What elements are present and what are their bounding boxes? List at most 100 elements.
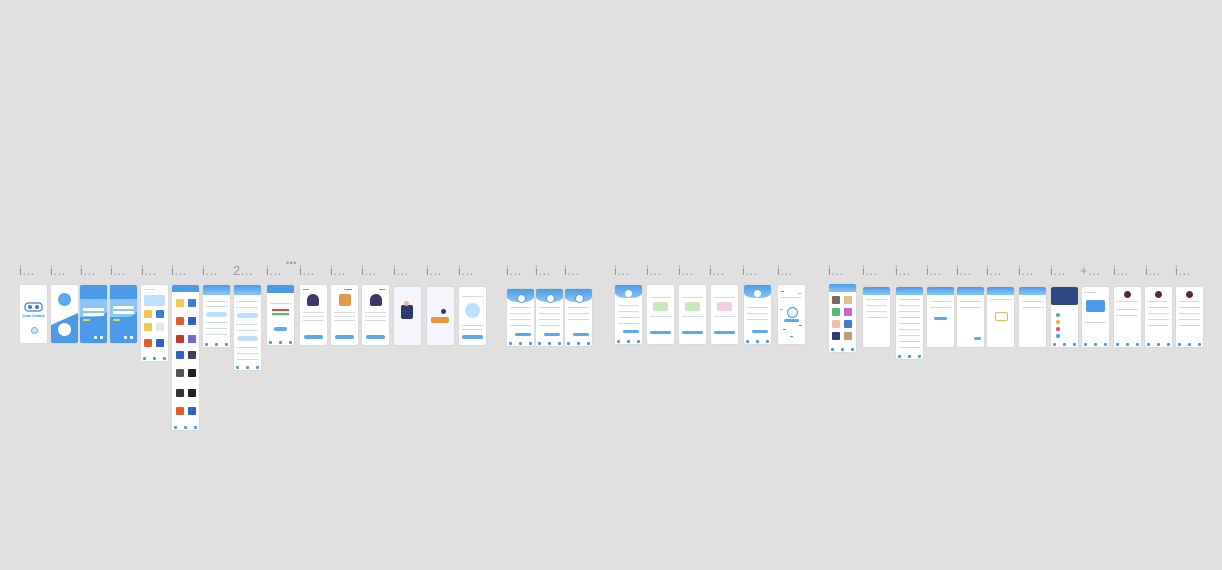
frame-label[interactable]: i... — [171, 263, 187, 278]
frame-lessons-expanded[interactable] — [234, 285, 261, 370]
frame-profile-edit-3[interactable] — [565, 289, 592, 346]
course-icon[interactable] — [176, 299, 184, 307]
frame-label[interactable]: i... — [330, 263, 346, 278]
frame-label[interactable]: i... — [742, 263, 758, 278]
frame-tutorial-1[interactable] — [300, 285, 327, 345]
frame-label[interactable]: i... — [80, 263, 96, 278]
course-icon[interactable] — [188, 389, 196, 397]
select-plan-button[interactable] — [682, 331, 703, 334]
frame-label[interactable]: i... — [678, 263, 694, 278]
frame-congrats[interactable] — [778, 285, 805, 344]
video-player[interactable] — [1086, 300, 1105, 312]
course-icon[interactable] — [188, 317, 196, 325]
frame-settings[interactable] — [863, 287, 890, 347]
select-plan-button[interactable] — [714, 331, 735, 334]
frame-settings-list[interactable] — [896, 287, 923, 359]
upload-box[interactable] — [995, 312, 1008, 321]
avatar-option[interactable] — [844, 332, 852, 340]
avatar[interactable] — [1155, 291, 1162, 298]
frame-label[interactable]: i... — [926, 263, 942, 278]
frame-profile-edit-1[interactable] — [507, 289, 534, 346]
avatar[interactable] — [546, 294, 555, 303]
frame-label[interactable]: i... — [862, 263, 878, 278]
design-canvas[interactable]: i... i... i... i... i... i... i... 2... … — [0, 0, 1222, 570]
frame-profile-2[interactable] — [1145, 287, 1172, 347]
signup-button[interactable] — [113, 319, 120, 321]
email-field[interactable] — [83, 308, 104, 311]
frame-label[interactable]: i... — [646, 263, 662, 278]
frame-label[interactable]: i... — [506, 263, 522, 278]
frame-home[interactable] — [141, 285, 168, 361]
frame-payment-form[interactable] — [615, 285, 642, 344]
name-field[interactable] — [113, 306, 134, 309]
frame-label[interactable]: i... — [19, 263, 35, 278]
social-icon[interactable] — [100, 336, 103, 339]
frame-course-list[interactable] — [172, 285, 199, 430]
plan-card[interactable] — [653, 302, 668, 311]
course-icon[interactable] — [188, 369, 196, 377]
social-icon[interactable] — [94, 336, 97, 339]
save-button[interactable] — [573, 333, 589, 336]
frame-working[interactable] — [427, 287, 454, 345]
frame-label[interactable]: i... — [956, 263, 972, 278]
social-icon[interactable] — [130, 336, 133, 339]
frame-form[interactable] — [927, 287, 954, 347]
frame-label[interactable]: +... — [1080, 263, 1100, 278]
login-button[interactable] — [83, 319, 90, 321]
frame-label[interactable]: i... — [709, 263, 725, 278]
course-icon[interactable] — [156, 310, 164, 318]
avatar-option[interactable] — [844, 320, 852, 328]
next-button[interactable] — [335, 335, 354, 339]
avatar-option[interactable] — [844, 296, 852, 304]
course-icon[interactable] — [188, 335, 196, 343]
social-icon[interactable] — [124, 336, 127, 339]
frame-video[interactable] — [1082, 287, 1109, 347]
frame-profile-3[interactable] — [1176, 287, 1203, 347]
frame-avatar-picker[interactable] — [829, 284, 856, 352]
frame-label[interactable]: i... — [1113, 263, 1129, 278]
avatar-option[interactable] — [832, 296, 840, 304]
course-icon[interactable] — [144, 310, 152, 318]
frame-label[interactable]: i... — [564, 263, 580, 278]
course-icon[interactable] — [156, 339, 164, 347]
continue-button[interactable] — [784, 319, 799, 322]
frame-plan-1[interactable] — [647, 285, 674, 344]
frame-tutorial-2[interactable] — [331, 285, 358, 345]
frame-label[interactable]: i... — [50, 263, 66, 278]
frame-label[interactable]: i... — [458, 263, 474, 278]
frame-label[interactable]: i... — [1145, 263, 1161, 278]
frame-label[interactable]: i... — [614, 263, 630, 278]
course-icon[interactable] — [176, 369, 184, 377]
email-field[interactable] — [113, 311, 134, 314]
save-button[interactable] — [515, 333, 531, 336]
course-icon[interactable] — [176, 389, 184, 397]
save-button[interactable] — [544, 333, 560, 336]
course-icon[interactable] — [188, 299, 196, 307]
frame-plan-2[interactable] — [679, 285, 706, 344]
frame-splash[interactable]: Code Control — [20, 285, 47, 343]
course-icon[interactable] — [144, 339, 152, 347]
frame-label[interactable]: i... — [1050, 263, 1066, 278]
course-icon[interactable] — [156, 323, 164, 331]
frame-leaderboard[interactable] — [1051, 287, 1078, 347]
confirm-button[interactable] — [752, 330, 768, 333]
avatar-option[interactable] — [832, 320, 840, 328]
frame-label[interactable]: i... — [299, 263, 315, 278]
frame-label[interactable]: i... — [1018, 263, 1034, 278]
overflow-badge[interactable]: ••• — [286, 258, 297, 268]
frame-label[interactable]: 2... — [233, 263, 253, 278]
course-icon[interactable] — [144, 323, 152, 331]
frame-payment-confirm[interactable] — [744, 285, 771, 344]
plan-card[interactable] — [717, 302, 732, 311]
frame-plan-3[interactable] — [711, 285, 738, 344]
avatar[interactable] — [1124, 291, 1131, 298]
avatar-option[interactable] — [832, 308, 840, 316]
frame-tutorial-3[interactable] — [362, 285, 389, 345]
course-icon[interactable] — [176, 317, 184, 325]
frame-label[interactable]: i... — [141, 263, 157, 278]
frame-label[interactable]: i... — [1175, 263, 1191, 278]
start-button[interactable] — [274, 327, 287, 331]
frame-label[interactable]: i... — [535, 263, 551, 278]
frame-profile-edit-2[interactable] — [536, 289, 563, 346]
avatar-option[interactable] — [832, 332, 840, 340]
